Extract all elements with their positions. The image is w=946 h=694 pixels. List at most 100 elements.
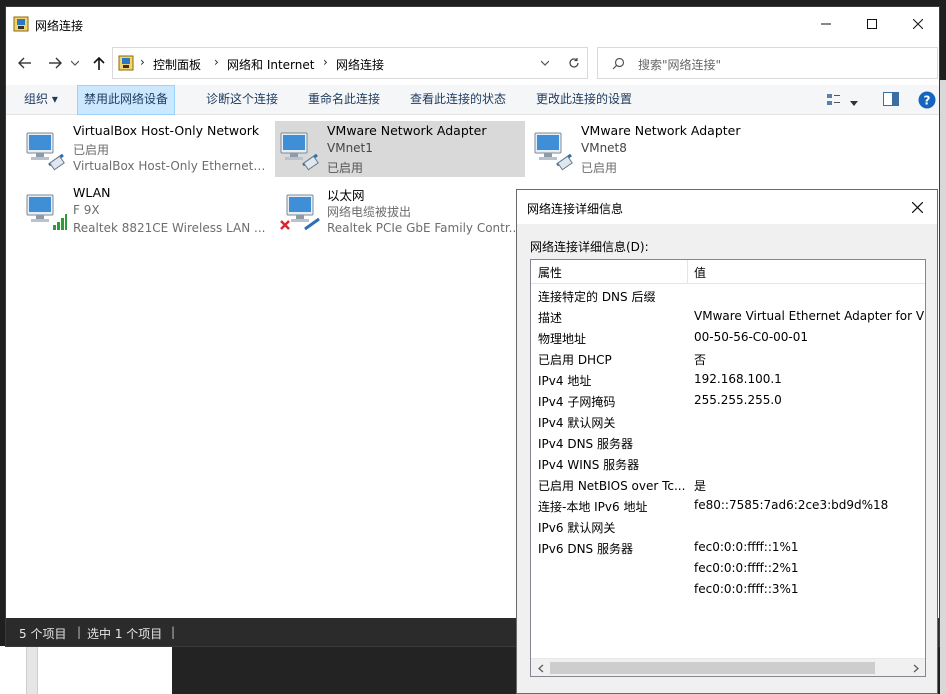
disable-device-button[interactable]: 禁用此网络设备 (77, 85, 176, 115)
breadcrumb-separator-icon: › (323, 55, 328, 69)
rename-connection-button[interactable]: 重命名此连接 (302, 85, 386, 115)
address-history-button[interactable] (533, 48, 557, 78)
dialog-close-button[interactable] (897, 190, 937, 224)
table-row[interactable]: 描述 VMware Virtual Ethernet Adapter for VM… (531, 306, 925, 327)
table-row[interactable]: 物理地址 00-50-56-C0-00-01 (531, 327, 925, 348)
row-value: fec0:0:0:ffff::1%1 (694, 540, 799, 554)
table-row[interactable]: fec0:0:0:ffff::3%1 (531, 579, 925, 600)
connection-name: VMware Network Adapter (327, 123, 487, 138)
breadcrumb-network-connections[interactable]: 网络连接 (336, 56, 384, 73)
organize-menu[interactable]: 组织 ▾ (18, 85, 64, 115)
network-connections-app-icon (13, 16, 29, 32)
address-bar[interactable]: › 控制面板 › 网络和 Internet › 网络连接 (112, 47, 588, 79)
control-panel-icon (118, 55, 134, 71)
network-adapter-icon (280, 132, 319, 171)
row-value: 192.168.100.1 (694, 372, 782, 386)
row-value: VMware Virtual Ethernet Adapter for VMne… (694, 309, 925, 323)
row-property: IPv4 DNS 服务器 (538, 437, 633, 451)
scroll-right-button[interactable] (907, 661, 924, 675)
connection-item-ethernet[interactable]: 以太网 网络电缆被拔出 Realtek PCIe GbE Family Cont… (275, 183, 525, 239)
connection-item-vmnet8[interactable]: VMware Network Adapter VMnet8 已启用 (529, 121, 779, 177)
arrow-left-icon (18, 57, 31, 69)
table-row[interactable]: 连接-本地 IPv6 地址 fe80::7585:7ad6:2ce3:bd9d%1… (531, 495, 925, 516)
chevron-down-icon (71, 60, 79, 66)
chevron-down-icon (541, 60, 549, 66)
up-button[interactable] (88, 53, 110, 73)
recent-locations-button[interactable] (68, 53, 82, 73)
table-row[interactable]: IPv4 WINS 服务器 (531, 453, 925, 474)
column-divider[interactable] (687, 260, 688, 284)
row-property: IPv4 子网掩码 (538, 395, 616, 409)
table-header: 属性 值 (531, 260, 925, 284)
window-title: 网络连接 (35, 19, 84, 33)
breadcrumb-separator-icon: › (214, 55, 219, 69)
connection-device: Realtek PCIe GbE Family Contr... (327, 221, 521, 235)
table-row[interactable]: 连接特定的 DNS 后缀 (531, 285, 925, 306)
row-value: fe80::7585:7ad6:2ce3:bd9d%18 (694, 498, 889, 512)
table-row[interactable]: IPv4 子网掩码 255.255.255.0 (531, 390, 925, 411)
connection-status: F 9X (73, 203, 100, 217)
help-button[interactable]: ? (918, 91, 936, 109)
svg-text:?: ? (924, 94, 931, 108)
chevron-right-icon (913, 663, 919, 673)
row-property: IPv4 地址 (538, 374, 592, 388)
row-value: 是 (694, 479, 707, 493)
horizontal-scrollbar[interactable] (531, 658, 925, 676)
table-row[interactable]: 已启用 DHCP 否 (531, 348, 925, 369)
scrollbar-thumb[interactable] (550, 662, 875, 674)
connection-item-vmnet1[interactable]: VMware Network Adapter VMnet1 已启用 (275, 121, 525, 177)
table-row[interactable]: IPv4 默认网关 (531, 411, 925, 432)
close-icon (911, 201, 923, 213)
row-property: IPv4 默认网关 (538, 416, 616, 430)
minimize-button[interactable] (803, 7, 849, 41)
dialog-title: 网络连接详细信息 (527, 202, 624, 216)
column-header-property[interactable]: 属性 (538, 264, 562, 281)
row-value: 否 (694, 353, 707, 367)
breadcrumb-control-panel[interactable]: 控制面板 (153, 56, 201, 73)
breadcrumb-separator-icon: › (140, 55, 145, 69)
table-row[interactable]: IPv6 默认网关 (531, 516, 925, 537)
view-list-icon (827, 94, 840, 105)
diagnose-connection-button[interactable]: 诊断这个连接 (200, 85, 284, 115)
wlan-adapter-icon (26, 194, 67, 230)
preview-pane-button[interactable] (883, 92, 899, 108)
command-bar: 组织 ▾ 禁用此网络设备 诊断这个连接 重命名此连接 查看此连接的状态 更改此连… (6, 85, 939, 115)
row-property: IPv6 DNS 服务器 (538, 542, 633, 556)
maximize-button[interactable] (849, 7, 895, 41)
network-adapter-icon (26, 132, 65, 171)
connection-device: 已启用 (327, 161, 364, 175)
row-property: 连接特定的 DNS 后缀 (538, 290, 656, 304)
details-label: 网络连接详细信息(D): (530, 240, 649, 254)
close-button[interactable] (895, 7, 939, 41)
search-box[interactable]: 搜索"网络连接" (597, 47, 938, 79)
view-options-button[interactable] (826, 92, 842, 108)
ethernet-disconnected-icon (280, 194, 320, 231)
search-input[interactable]: 搜索"网络连接" (638, 56, 721, 73)
item-count: 5 个项目 (19, 627, 67, 641)
change-settings-button[interactable]: 更改此连接的设置 (530, 85, 638, 115)
details-table[interactable]: 属性 值 连接特定的 DNS 后缀 描述 VMware Virtual Ether… (530, 259, 926, 677)
row-property: IPv6 默认网关 (538, 521, 616, 535)
help-icon: ? (918, 91, 936, 109)
scroll-left-button[interactable] (532, 661, 549, 675)
table-row[interactable]: IPv4 地址 192.168.100.1 (531, 369, 925, 390)
selection-count: 选中 1 个项目 (87, 627, 163, 641)
view-options-dropdown[interactable] (850, 96, 858, 110)
view-status-button[interactable]: 查看此连接的状态 (404, 85, 512, 115)
connection-device: VirtualBox Host-Only Ethernet ... (73, 159, 268, 173)
table-row[interactable]: IPv6 DNS 服务器 fec0:0:0:ffff::1%1 (531, 537, 925, 558)
dialog-title-bar: 网络连接详细信息 (517, 190, 937, 224)
breadcrumb-network-internet[interactable]: 网络和 Internet (227, 56, 314, 73)
refresh-button[interactable] (561, 48, 587, 78)
connection-item-virtualbox[interactable]: VirtualBox Host-Only Network 已启用 Virtual… (21, 121, 271, 177)
connection-item-wlan[interactable]: WLAN F 9X Realtek 8821CE Wireless LAN ..… (21, 183, 271, 239)
title-bar: 网络连接 (6, 7, 939, 41)
forward-button[interactable] (44, 53, 66, 73)
column-header-value[interactable]: 值 (694, 264, 706, 281)
table-row[interactable]: 已启用 NetBIOS over Tc... 是 (531, 474, 925, 495)
table-row[interactable]: fec0:0:0:ffff::2%1 (531, 558, 925, 579)
connection-status: 网络电缆被拔出 (327, 205, 412, 219)
search-icon (612, 57, 625, 70)
table-row[interactable]: IPv4 DNS 服务器 (531, 432, 925, 453)
back-button[interactable] (14, 53, 36, 73)
